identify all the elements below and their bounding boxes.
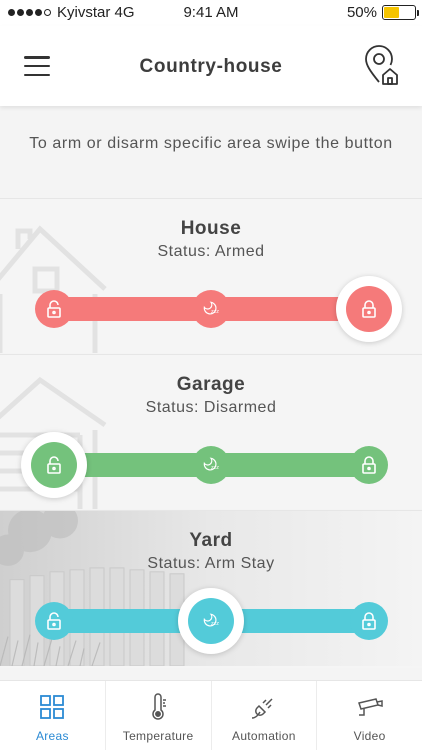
instruction-text: To arm or disarm specific area swipe the… <box>0 132 422 155</box>
area-name: Yard <box>189 530 233 551</box>
app-header: Country-house <box>0 26 422 106</box>
sleep-icon: zzz <box>203 301 219 315</box>
arm-button[interactable] <box>350 602 388 640</box>
lock-icon <box>362 456 376 474</box>
area-name: House <box>180 218 242 239</box>
grid-icon <box>40 695 65 719</box>
arm-stay-button[interactable]: zzz <box>178 588 244 654</box>
instruction-label: To arm or disarm specific area swipe the… <box>29 135 393 152</box>
unlock-icon <box>47 300 61 318</box>
thermometer-icon <box>152 693 167 720</box>
lock-icon <box>362 612 376 630</box>
sleep-icon: zzz <box>203 613 219 627</box>
area-status: Status: Disarmed <box>145 399 277 416</box>
tab-label: Temperature <box>122 729 194 743</box>
area-card-house: House Status: Armed zzz <box>0 198 422 353</box>
page-title: Country-house <box>139 56 283 77</box>
hamburger-menu-icon[interactable] <box>22 54 52 78</box>
camera-icon <box>357 698 383 716</box>
unlock-icon <box>47 456 61 474</box>
arm-button[interactable] <box>350 446 388 484</box>
location-home-icon[interactable] <box>362 44 402 86</box>
area-status: Status: Armed <box>157 243 265 260</box>
tab-label: Automation <box>232 729 296 743</box>
disarm-button[interactable] <box>21 432 87 498</box>
tab-label: Video <box>353 729 386 743</box>
status-bar: Kyivstar 4G 9:41 AM 50% <box>0 0 422 26</box>
tab-label: Areas <box>35 729 69 743</box>
plug-icon <box>251 698 273 719</box>
area-name: Garage <box>176 374 246 395</box>
unlock-icon <box>47 612 61 630</box>
svg-text:zzz: zzz <box>211 621 219 627</box>
disarm-button[interactable] <box>35 602 73 640</box>
svg-text:zzz: zzz <box>211 309 219 315</box>
disarm-button[interactable] <box>35 290 73 328</box>
lock-icon <box>362 300 376 318</box>
battery-icon <box>382 5 419 20</box>
area-status: Status: Arm Stay <box>147 555 275 572</box>
tab-automation[interactable]: Automation <box>212 681 318 750</box>
arm-button[interactable] <box>336 276 402 342</box>
arm-stay-button[interactable]: zzz <box>192 446 230 484</box>
sleep-icon: zzz <box>203 457 219 471</box>
tab-areas[interactable]: Areas <box>0 681 106 750</box>
tab-bar: Areas Temperature Automation Video <box>0 680 422 750</box>
tab-video[interactable]: Video <box>317 681 422 750</box>
arm-stay-button[interactable]: zzz <box>192 290 230 328</box>
svg-text:zzz: zzz <box>211 465 219 471</box>
battery-percent: 50% <box>346 4 377 21</box>
battery-status: 50% <box>346 4 419 21</box>
tab-temperature[interactable]: Temperature <box>106 681 212 750</box>
area-card-yard: Yard Status: Arm Stay zzz <box>0 510 422 668</box>
area-card-garage: Garage Status: Disarmed zzz <box>0 354 422 509</box>
